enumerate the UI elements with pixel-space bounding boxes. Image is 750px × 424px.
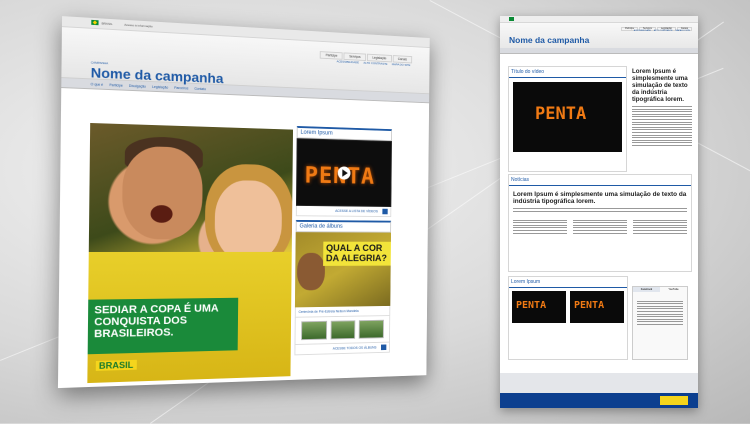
video-panel: Título do vídeo PENTA xyxy=(508,66,627,172)
news-columns xyxy=(513,217,687,236)
nav-item[interactable]: Parceiros xyxy=(174,85,188,89)
video-list-link[interactable]: ACESSE A LISTA DE VÍDEOS xyxy=(295,205,392,218)
nav-item[interactable]: Legislação xyxy=(152,84,168,89)
nav-item[interactable]: O que é xyxy=(91,82,104,86)
album-thumbnails xyxy=(294,315,391,345)
hero-person-face xyxy=(214,179,283,262)
brazil-flag-icon xyxy=(509,17,514,21)
video-player[interactable]: PENTA xyxy=(513,82,622,152)
news-panel: Notícias Lorem Ipsum é simplesmente uma … xyxy=(508,174,692,272)
lorem-panel: Lorem Ipsum PENTA PENTA xyxy=(508,276,628,360)
right-website-mockup: Participe Serviços Legislação Canais ACE… xyxy=(500,16,698,408)
news-item[interactable] xyxy=(513,217,567,236)
lorem-panel-title: Lorem Ipsum xyxy=(509,277,627,288)
video-word: PENTA xyxy=(516,300,547,311)
news-panel-title: Notícias xyxy=(509,175,691,186)
hero-image[interactable]: SEDIAR A COPA É UMA CONQUISTA DOS BRASIL… xyxy=(87,122,294,384)
campaign-title[interactable]: Nome da campanha xyxy=(509,35,589,45)
album-cover[interactable]: QUAL A COR DA ALEGRIA? xyxy=(294,232,392,308)
nav-item[interactable]: Participe xyxy=(109,83,123,88)
high-contrast-link[interactable]: ALTO CONTRASTE xyxy=(654,30,673,32)
video-thumbnail[interactable]: PENTA xyxy=(570,291,624,323)
social-feed: Facebook YouTube xyxy=(632,286,688,360)
play-icon[interactable] xyxy=(337,166,351,180)
tab-facebook[interactable]: Facebook xyxy=(633,287,660,292)
news-item[interactable] xyxy=(633,217,687,236)
brasil-logo: BRASIL xyxy=(95,359,137,371)
nav-item[interactable]: Contato xyxy=(194,86,206,90)
side-article: Lorem Ipsum é simplesmente uma simulação… xyxy=(632,68,692,148)
side-article-text xyxy=(632,106,692,146)
video-player[interactable]: PENTA xyxy=(295,138,392,208)
tab-youtube[interactable]: YouTube xyxy=(660,287,687,292)
video-word: PENTA xyxy=(574,300,605,311)
hero-person-mouth xyxy=(150,205,173,223)
news-item[interactable] xyxy=(573,217,627,236)
gov-top-bar xyxy=(500,16,698,23)
social-tabs: Facebook YouTube xyxy=(633,287,687,292)
news-heading[interactable]: Lorem Ipsum é simplesmente uma simulação… xyxy=(513,191,687,205)
album-person xyxy=(296,252,326,291)
video-panel-title: Título do vídeo xyxy=(509,67,626,78)
brasil-link[interactable]: BRASIL xyxy=(102,21,113,26)
side-article-heading[interactable]: Lorem Ipsum é simplesmente uma simulação… xyxy=(632,68,692,103)
brazil-flag-icon xyxy=(91,19,99,26)
gallery-box-title: Galeria de álbuns xyxy=(295,219,392,233)
sidebar: Lorem Ipsum PENTA ACESSE A LISTA DE VÍDE… xyxy=(294,125,393,356)
all-albums-link[interactable]: ACESSE TODOS OS ÁLBUNS xyxy=(294,342,390,356)
hero-banner-text: SEDIAR A COPA É UMA CONQUISTA DOS BRASIL… xyxy=(87,297,239,355)
sitemap-link[interactable]: MAPA DO SITE xyxy=(392,62,410,67)
video-word: PENTA xyxy=(535,104,587,124)
social-posts xyxy=(633,295,687,331)
brasil-footer-logo xyxy=(660,396,688,405)
hero-person-face xyxy=(121,145,203,240)
high-contrast-link[interactable]: ALTO CONTRASTE xyxy=(363,61,387,66)
nav-item[interactable]: Divulgação xyxy=(129,83,146,88)
site-header: Participe Serviços Legislação Canais ACE… xyxy=(500,23,698,48)
accessibility-links: ACESSIBILIDADE ALTO CONTRASTE MAPA DO SI… xyxy=(634,30,690,32)
news-text xyxy=(513,208,687,212)
main-nav xyxy=(500,48,698,54)
album-thumbnail[interactable] xyxy=(359,319,384,339)
accessibility-link[interactable]: ACESSIBILIDADE xyxy=(634,30,651,32)
left-website-mockup: BRASIL Acesso à informação Participe Ser… xyxy=(57,16,430,389)
video-thumbnail[interactable]: PENTA xyxy=(512,291,566,323)
sitemap-link[interactable]: MAPA DO SITE xyxy=(675,30,690,32)
album-thumbnail[interactable] xyxy=(301,320,327,341)
tab-participe[interactable]: Participe xyxy=(320,51,343,60)
album-text: QUAL A COR DA ALEGRIA? xyxy=(323,241,391,266)
album-thumbnail[interactable] xyxy=(330,320,356,340)
access-info-link[interactable]: Acesso à informação xyxy=(124,23,152,29)
accessibility-link[interactable]: ACESSIBILIDADE xyxy=(337,59,359,64)
